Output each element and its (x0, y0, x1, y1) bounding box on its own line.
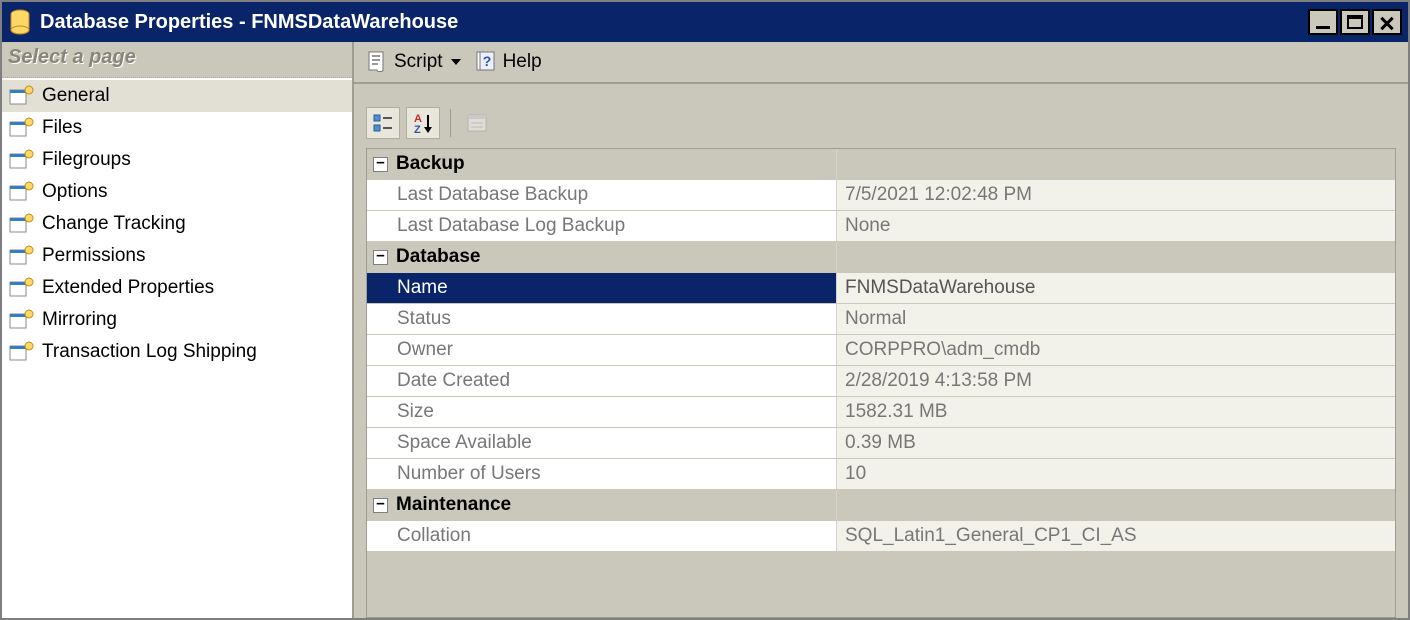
window-title: Database Properties - FNMSDataWarehouse (40, 11, 1308, 34)
row-space-available[interactable]: Space Available 0.39 MB (367, 428, 1395, 459)
property-label: Number of Users (397, 463, 541, 485)
sidebar-item-label: General (42, 85, 110, 107)
propertygrid-toolbar: AZ (354, 100, 1408, 146)
script-icon (364, 49, 390, 75)
toolbar-divider (450, 109, 451, 137)
row-date-created[interactable]: Date Created 2/28/2019 4:13:58 PM (367, 366, 1395, 397)
sidebar-item-files[interactable]: Files (2, 112, 352, 144)
property-label: Owner (397, 339, 453, 361)
page-icon (8, 309, 34, 331)
page-icon (8, 117, 34, 139)
row-last-backup[interactable]: Last Database Backup 7/5/2021 12:02:48 P… (367, 180, 1395, 211)
sidebar-item-label: Extended Properties (42, 277, 214, 299)
group-database: Database (367, 242, 1395, 273)
sidebar-item-label: Options (42, 181, 107, 203)
close-button[interactable] (1372, 9, 1402, 35)
property-value: 7/5/2021 12:02:48 PM (837, 180, 1395, 210)
row-status[interactable]: Status Normal (367, 304, 1395, 335)
property-label: Name (397, 277, 448, 299)
collapse-icon[interactable] (373, 498, 388, 513)
collapse-icon[interactable] (373, 157, 388, 172)
help-button[interactable]: ? Help (473, 49, 542, 75)
page-icon (8, 85, 34, 107)
collapse-icon[interactable] (373, 250, 388, 265)
row-last-log-backup[interactable]: Last Database Log Backup None (367, 211, 1395, 242)
sidebar-item-label: Filegroups (42, 149, 131, 171)
main-toolbar: Script ? Help (354, 42, 1408, 84)
group-backup: Backup (367, 149, 1395, 180)
page-icon (8, 341, 34, 363)
sidebar-item-label: Change Tracking (42, 213, 186, 235)
sidebar-item-extended-properties[interactable]: Extended Properties (2, 272, 352, 304)
database-icon (8, 8, 32, 36)
property-value: 2/28/2019 4:13:58 PM (837, 366, 1395, 396)
sidebar-item-filegroups[interactable]: Filegroups (2, 144, 352, 176)
sidebar-item-mirroring[interactable]: Mirroring (2, 304, 352, 336)
property-label: Last Database Backup (397, 184, 588, 206)
svg-text:Z: Z (414, 124, 421, 135)
svg-text:?: ? (482, 53, 491, 69)
page-icon (8, 149, 34, 171)
property-label: Collation (397, 525, 471, 547)
page-icon (8, 245, 34, 267)
group-header-label: Backup (396, 153, 465, 175)
page-icon (8, 213, 34, 235)
sidebar-item-transaction-log-shipping[interactable]: Transaction Log Shipping (2, 336, 352, 368)
property-label: Space Available (397, 432, 532, 454)
sidebar-item-options[interactable]: Options (2, 176, 352, 208)
property-value: CORPPRO\adm_cmdb (837, 335, 1395, 365)
row-collation[interactable]: Collation SQL_Latin1_General_CP1_CI_AS (367, 521, 1395, 552)
row-number-of-users[interactable]: Number of Users 10 (367, 459, 1395, 490)
page-selector-sidebar: Select a page General Files Filegroups O… (2, 42, 354, 618)
property-value: Normal (837, 304, 1395, 334)
row-size[interactable]: Size 1582.31 MB (367, 397, 1395, 428)
help-label: Help (503, 51, 542, 73)
group-header-label: Maintenance (396, 494, 511, 516)
property-value: None (837, 211, 1395, 241)
sidebar-item-label: Mirroring (42, 309, 117, 331)
sidebar-item-general[interactable]: General (2, 80, 352, 112)
dropdown-caret-icon (451, 59, 461, 65)
property-pages-button[interactable] (461, 107, 495, 139)
property-grid: Backup Last Database Backup 7/5/2021 12:… (366, 148, 1396, 618)
property-label: Date Created (397, 370, 510, 392)
sidebar-item-label: Permissions (42, 245, 145, 267)
property-value: 0.39 MB (837, 428, 1395, 458)
help-icon: ? (473, 49, 499, 75)
page-icon (8, 277, 34, 299)
sidebar-item-permissions[interactable]: Permissions (2, 240, 352, 272)
page-icon (8, 181, 34, 203)
sidebar-item-label: Transaction Log Shipping (42, 341, 257, 363)
minimize-button[interactable] (1308, 9, 1338, 35)
row-owner[interactable]: Owner CORPPRO\adm_cmdb (367, 335, 1395, 366)
row-name[interactable]: Name FNMSDataWarehouse (367, 273, 1395, 304)
categorized-view-button[interactable] (366, 107, 400, 139)
script-button[interactable]: Script (364, 49, 461, 75)
property-value: 1582.31 MB (837, 397, 1395, 427)
property-value: 10 (837, 459, 1395, 489)
sidebar-item-label: Files (42, 117, 82, 139)
alphabetical-view-button[interactable]: AZ (406, 107, 440, 139)
group-header-label: Database (396, 246, 481, 268)
group-maintenance: Maintenance (367, 490, 1395, 521)
property-value: SQL_Latin1_General_CP1_CI_AS (837, 521, 1395, 551)
maximize-button[interactable] (1340, 9, 1370, 35)
property-value: FNMSDataWarehouse (837, 273, 1395, 303)
property-label: Last Database Log Backup (397, 215, 625, 237)
sidebar-item-change-tracking[interactable]: Change Tracking (2, 208, 352, 240)
window-titlebar: Database Properties - FNMSDataWarehouse (2, 2, 1408, 42)
script-label: Script (394, 51, 443, 73)
property-label: Status (397, 308, 451, 330)
property-label: Size (397, 401, 434, 423)
sidebar-header: Select a page (2, 42, 352, 78)
